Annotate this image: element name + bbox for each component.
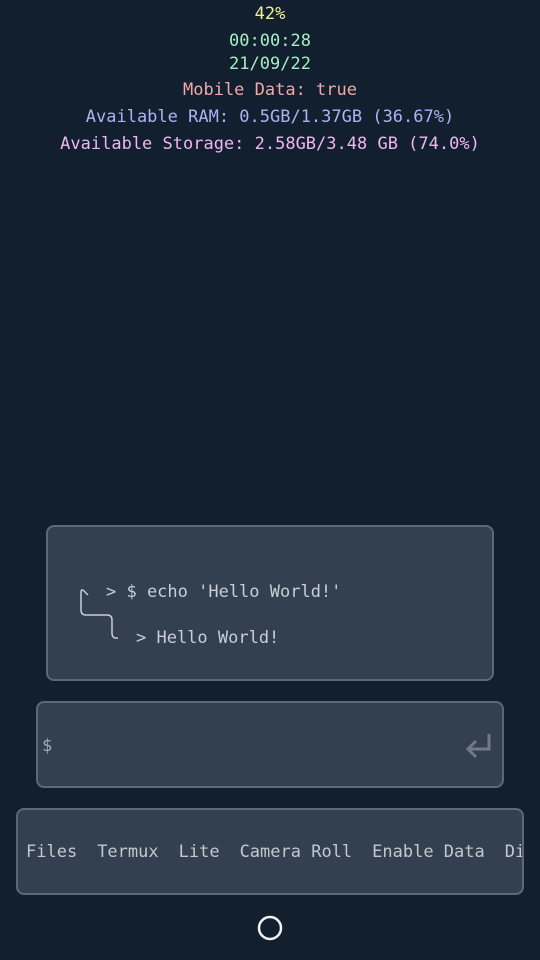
home-circle-icon[interactable] [257, 915, 283, 941]
terminal-preview-card: > $ echo 'Hello World!' > Hello World! [46, 525, 494, 681]
app-termux[interactable]: Termux [97, 842, 158, 862]
command-input-card: $ [36, 701, 504, 788]
app-dis[interactable]: Dis [505, 842, 522, 862]
prompt-symbol: $ [42, 736, 53, 756]
app-camera-roll[interactable]: Camera Roll [240, 842, 353, 862]
ram-text: Available RAM: 0.5GB/1.37GB (36.67%) [85, 107, 455, 127]
app-lite[interactable]: Lite [179, 842, 220, 862]
enter-icon[interactable] [462, 729, 496, 763]
battery-text: 42% [254, 4, 286, 24]
date-text: 21/09/22 [229, 54, 311, 74]
mobile-data-text: Mobile Data: true [183, 80, 357, 100]
apps-row: Files Termux Lite Camera Roll Enable Dat… [26, 842, 522, 862]
terminal-command-line: > $ echo 'Hello World!' [106, 582, 342, 602]
terminal-output-line: > Hello World! [136, 628, 280, 648]
apps-bar: Files Termux Lite Camera Roll Enable Dat… [16, 808, 524, 895]
storage-text: Available Storage: 2.58GB/3.48 GB (74.0%… [60, 134, 480, 154]
app-enable-data[interactable]: Enable Data [372, 842, 485, 862]
command-input[interactable] [64, 723, 448, 769]
app-files[interactable]: Files [26, 842, 77, 862]
clock-text: 00:00:28 [229, 31, 311, 51]
